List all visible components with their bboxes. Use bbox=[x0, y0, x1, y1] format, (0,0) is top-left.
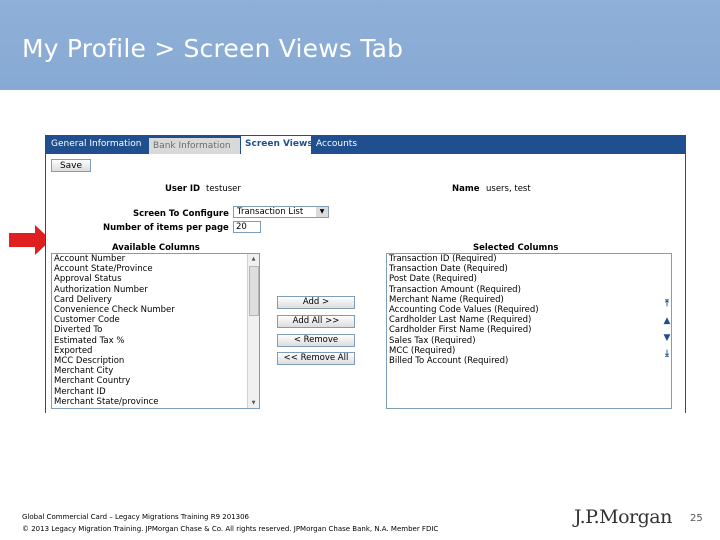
list-item[interactable]: Transaction ID (Required) bbox=[387, 254, 671, 264]
list-item[interactable]: Estimated Tax % bbox=[52, 336, 259, 346]
list-item[interactable]: Merchant City bbox=[52, 366, 259, 376]
list-item[interactable]: Merchant Country bbox=[52, 376, 259, 386]
screen-to-configure-label: Screen To Configure bbox=[133, 209, 229, 219]
move-down-icon[interactable]: ▼ bbox=[663, 334, 671, 343]
list-item[interactable]: Transaction Amount (Required) bbox=[387, 285, 671, 295]
jpmorgan-logo: J.P.Morgan bbox=[574, 506, 672, 528]
scrollbar-thumb[interactable] bbox=[249, 266, 259, 316]
available-columns-label: Available Columns bbox=[112, 243, 200, 253]
list-item[interactable]: Customer Code bbox=[52, 315, 259, 325]
remove-all-button[interactable]: << Remove All bbox=[277, 352, 355, 365]
list-item[interactable]: MCC (Required) bbox=[387, 346, 671, 356]
chevron-down-icon[interactable]: ▼ bbox=[316, 207, 328, 217]
list-item[interactable]: Approval Status bbox=[52, 274, 259, 284]
list-item[interactable]: Transaction Date (Required) bbox=[387, 264, 671, 274]
tab-screen-views[interactable]: Screen Views bbox=[241, 136, 313, 154]
list-item[interactable]: Account Number bbox=[52, 254, 259, 264]
name-label: Name bbox=[452, 184, 480, 194]
selected-columns-label: Selected Columns bbox=[473, 243, 559, 253]
scroll-up-icon[interactable]: ▲ bbox=[248, 254, 259, 264]
list-item[interactable]: Post Date (Required) bbox=[387, 274, 671, 284]
screen-views-panel: Save User ID testuser Name users, test S… bbox=[45, 154, 686, 413]
app-screenshot: General Information Bank Information Scr… bbox=[45, 135, 686, 413]
list-item[interactable]: Authorization Number bbox=[52, 285, 259, 295]
user-id-value: testuser bbox=[206, 184, 241, 194]
available-columns-list[interactable]: Account Number Account State/Province Appr… bbox=[51, 253, 260, 409]
list-item[interactable]: Exported bbox=[52, 346, 259, 356]
screen-to-configure-select[interactable]: Transaction List ▼ bbox=[233, 206, 329, 218]
list-item[interactable]: Card Delivery bbox=[52, 295, 259, 305]
add-all-button[interactable]: Add All >> bbox=[277, 315, 355, 328]
list-item[interactable]: Merchant Name (Required) bbox=[387, 295, 671, 305]
tab-bar: General Information Bank Information Scr… bbox=[45, 135, 686, 154]
tab-accounts[interactable]: Accounts bbox=[312, 136, 360, 153]
move-up-icon[interactable]: ▲ bbox=[663, 317, 671, 326]
add-button[interactable]: Add > bbox=[277, 296, 355, 309]
list-item[interactable]: Convenience Check Number bbox=[52, 305, 259, 315]
selected-columns-list[interactable]: Transaction ID (Required) Transaction Dat… bbox=[386, 253, 672, 409]
list-item[interactable]: Billed To Account (Required) bbox=[387, 356, 671, 366]
tab-bank-information[interactable]: Bank Information bbox=[149, 138, 240, 154]
list-item[interactable]: Cardholder Last Name (Required) bbox=[387, 315, 671, 325]
list-item[interactable]: Merchant State/province bbox=[52, 397, 259, 407]
list-item[interactable]: Merchant ID bbox=[52, 387, 259, 397]
available-columns-scrollbar[interactable]: ▲ ▼ bbox=[247, 254, 259, 408]
save-button[interactable]: Save bbox=[51, 159, 91, 172]
slide-header-banner: My Profile > Screen Views Tab bbox=[0, 0, 720, 90]
list-item[interactable]: Cardholder First Name (Required) bbox=[387, 325, 671, 335]
slide-title: My Profile > Screen Views Tab bbox=[22, 34, 404, 63]
list-item[interactable]: Account State/Province bbox=[52, 264, 259, 274]
tab-general-information[interactable]: General Information bbox=[47, 136, 148, 153]
page-number: 25 bbox=[690, 513, 703, 524]
name-value: users, test bbox=[486, 184, 531, 194]
scroll-down-icon[interactable]: ▼ bbox=[248, 398, 259, 408]
list-item[interactable]: Diverted To bbox=[52, 325, 259, 335]
move-top-icon[interactable]: ⤒ bbox=[663, 300, 671, 309]
move-bottom-icon[interactable]: ⤓ bbox=[663, 350, 671, 359]
footer-course-line: Global Commercial Card – Legacy Migratio… bbox=[22, 513, 249, 521]
remove-button[interactable]: < Remove bbox=[277, 334, 355, 347]
footer-copyright-line: © 2013 Legacy Migration Training. JPMorg… bbox=[22, 525, 439, 533]
list-item[interactable]: Accounting Code Values (Required) bbox=[387, 305, 671, 315]
list-item[interactable]: MCC Description bbox=[52, 356, 259, 366]
list-item[interactable]: Sales Tax (Required) bbox=[387, 336, 671, 346]
user-id-label: User ID bbox=[165, 184, 201, 194]
items-per-page-input[interactable]: 20 bbox=[233, 221, 261, 233]
screen-to-configure-value: Transaction List bbox=[237, 207, 304, 217]
items-per-page-label: Number of items per page bbox=[103, 223, 229, 233]
